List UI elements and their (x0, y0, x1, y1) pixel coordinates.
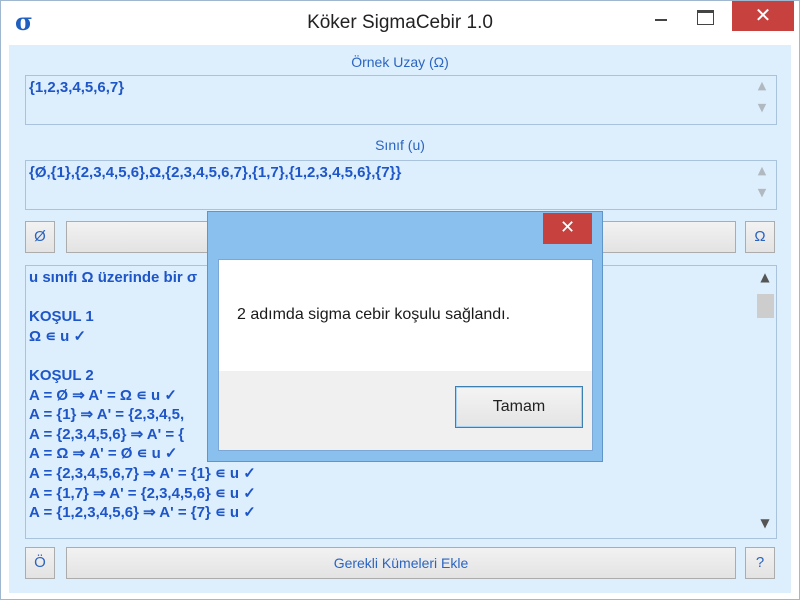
scroll-thumb[interactable] (757, 294, 774, 318)
omega-button[interactable]: Ω (745, 221, 775, 253)
close-button[interactable]: ✕ (732, 1, 794, 31)
dialog-body: 2 adımda sigma cebir koşulu sağlandı. Ta… (218, 259, 593, 451)
o-button[interactable]: Ö (25, 547, 55, 579)
dialog-message: 2 adımda sigma cebir koşulu sağlandı. (237, 306, 511, 323)
ok-button[interactable]: Tamam (455, 386, 583, 428)
chevron-down-icon[interactable]: ▼ (754, 516, 776, 536)
minimize-button[interactable] (641, 1, 681, 31)
sample-space-value: {1,2,3,4,5,6,7} (29, 79, 125, 96)
class-label: Sınıf (u) (375, 137, 425, 153)
class-scrollbar[interactable]: ▲ ▼ (749, 162, 775, 208)
output-line: A = {1,2,3,4,5,6} ⇒ A' = {7} ∊ u ✓ (29, 504, 256, 522)
add-required-sets-button[interactable]: Gerekli Kümeleri Ekle (66, 547, 736, 579)
sample-space-scrollbar[interactable]: ▲ ▼ (749, 77, 775, 123)
empty-set-button[interactable]: Ø (25, 221, 55, 253)
scroll-up-icon[interactable]: ▲ (749, 164, 775, 184)
dialog-message-area: 2 adımda sigma cebir koşulu sağlandı. (219, 260, 592, 371)
maximize-button[interactable] (686, 1, 726, 31)
sample-space-label: Örnek Uzay (Ω) (351, 54, 449, 70)
help-button[interactable]: ? (745, 547, 775, 579)
sample-space-input[interactable]: {1,2,3,4,5,6,7} ▲ ▼ (25, 75, 777, 125)
close-icon: ✕ (754, 3, 772, 27)
title-bar[interactable]: σ Köker SigmaCebir 1.0 ✕ (1, 1, 799, 45)
scroll-down-icon[interactable]: ▼ (749, 101, 775, 121)
class-input[interactable]: {Ø,{1},{2,3,4,5,6},Ω,{2,3,4,5,6,7},{1,7}… (25, 160, 777, 210)
output-scrollbar[interactable]: ▲ ▼ (754, 266, 776, 538)
output-line: A = {2,3,4,5,6,7} ⇒ A' = {1} ∊ u ✓ (29, 464, 256, 482)
app-window: σ Köker SigmaCebir 1.0 ✕ Örnek Uzay (Ω) … (0, 0, 800, 600)
dialog-close-button[interactable]: ✕ (543, 213, 592, 244)
scroll-down-icon[interactable]: ▼ (749, 186, 775, 206)
class-value: {Ø,{1},{2,3,4,5,6},Ω,{2,3,4,5,6,7},{1,7}… (29, 164, 402, 181)
chevron-up-icon[interactable]: ▲ (754, 270, 776, 290)
scroll-up-icon[interactable]: ▲ (749, 79, 775, 99)
message-dialog: ✕ 2 adımda sigma cebir koşulu sağlandı. … (207, 211, 603, 462)
close-icon: ✕ (559, 217, 576, 238)
output-line: A = {1,7} ⇒ A' = {2,3,4,5,6} ∊ u ✓ (29, 484, 256, 502)
